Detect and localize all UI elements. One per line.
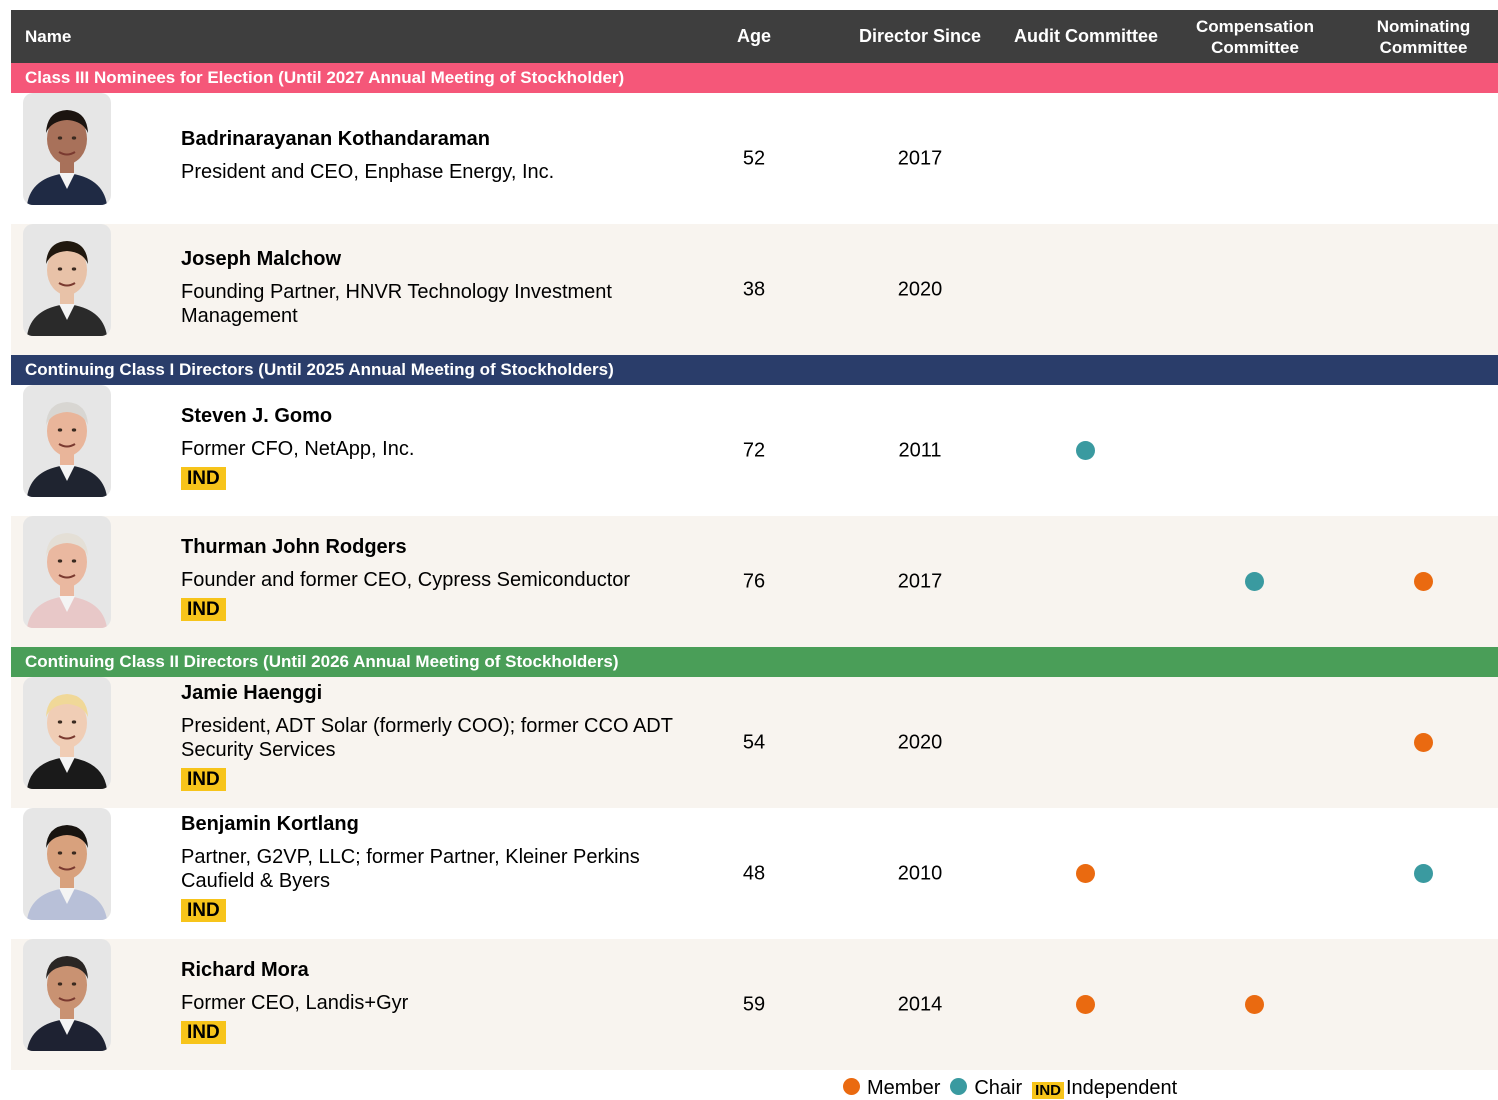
nominating-member-dot-icon: [1414, 732, 1433, 752]
header-compensation-committee: Compensation Committee: [1195, 16, 1315, 57]
compensation-chair-dot-icon: [1245, 571, 1264, 591]
section-header: Class III Nominees for Election (Until 2…: [11, 63, 1498, 93]
audit-chair-dot-icon: [1076, 440, 1095, 460]
director-row: Thurman John Rodgers Founder and former C…: [11, 516, 1498, 647]
nominating-member-dot-icon: [1414, 571, 1433, 591]
director-name: Steven J. Gomo: [181, 405, 333, 427]
director-photo: [23, 385, 111, 497]
director-photo: [23, 808, 111, 920]
director-row: Jamie Haenggi President, ADT Solar (forme…: [11, 677, 1498, 808]
director-row: Richard Mora Former CEO, Landis+Gyr IND 59 2…: [11, 939, 1498, 1070]
director-age: 54: [742, 731, 766, 753]
director-title: Founder and former CEO, Cypress Semicond…: [181, 569, 631, 591]
director-info: Thurman John Rodgers Founder and former C…: [181, 535, 691, 621]
director-since: 2017: [897, 570, 943, 592]
director-title: Founding Partner, HNVR Technology Invest…: [181, 281, 612, 327]
director-info: Badrinarayanan Kothandaraman President an…: [181, 127, 691, 184]
director-row: Badrinarayanan Kothandaraman President an…: [11, 93, 1498, 224]
compensation-member-dot-icon: [1245, 994, 1264, 1014]
director-age: 52: [742, 147, 766, 169]
legend-independent-label: Independent: [1066, 1076, 1178, 1099]
director-name: Thurman John Rodgers: [181, 536, 407, 558]
director-photo: [23, 224, 111, 336]
audit-member-dot-icon: [1076, 994, 1095, 1014]
director-photo: [23, 516, 111, 628]
nominating-chair-dot-icon: [1414, 863, 1433, 883]
table-body: Class III Nominees for Election (Until 2…: [11, 63, 1498, 1070]
legend-chair-label: Chair: [974, 1076, 1023, 1099]
legend-independent: IND Independent: [1032, 1077, 1177, 1100]
director-age: 76: [742, 570, 766, 592]
director-photo: [23, 93, 111, 205]
director-since: 2020: [897, 278, 943, 300]
legend-chair: Chair: [950, 1077, 1022, 1100]
director-name: Badrinarayanan Kothandaraman: [181, 128, 490, 150]
director-title: President and CEO, Enphase Energy, Inc.: [181, 161, 555, 183]
director-info: Richard Mora Former CEO, Landis+Gyr IND: [181, 958, 691, 1044]
independent-badge: IND: [181, 598, 226, 621]
director-info: Steven J. Gomo Former CFO, NetApp, Inc. IN…: [181, 404, 691, 490]
section-header: Continuing Class II Directors (Until 202…: [11, 647, 1498, 677]
director-age: 72: [742, 439, 766, 461]
legend-member: Member: [843, 1077, 940, 1100]
legend-ind-badge: IND: [1032, 1081, 1064, 1099]
independent-badge: IND: [181, 768, 226, 791]
table-header: Name Age Director Since Audit Committee …: [11, 10, 1498, 63]
director-name: Benjamin Kortlang: [181, 813, 359, 835]
director-since: 2010: [897, 862, 943, 884]
director-title: President, ADT Solar (formerly COO); for…: [181, 715, 673, 761]
director-since: 2020: [897, 731, 943, 753]
director-row: Benjamin Kortlang Partner, G2VP, LLC; for…: [11, 808, 1498, 939]
director-since: 2014: [897, 993, 943, 1015]
director-info: Jamie Haenggi President, ADT Solar (forme…: [181, 681, 691, 791]
chair-dot-icon: [950, 1077, 968, 1095]
independent-badge: IND: [181, 467, 226, 490]
header-director-since: Director Since: [858, 26, 982, 46]
header-name: Name: [25, 27, 72, 46]
legend: Member Chair IND Independent: [843, 1077, 1177, 1099]
independent-badge: IND: [181, 1021, 226, 1044]
director-name: Richard Mora: [181, 959, 309, 981]
legend-member-label: Member: [867, 1076, 941, 1099]
director-photo: [23, 939, 111, 1051]
director-name: Joseph Malchow: [181, 248, 342, 270]
director-age: 48: [742, 862, 766, 884]
director-since: 2017: [897, 147, 943, 169]
director-title: Partner, G2VP, LLC; former Partner, Klei…: [181, 846, 640, 892]
header-audit-committee: Audit Committee: [1014, 26, 1158, 46]
director-since: 2011: [898, 439, 942, 461]
director-row: Steven J. Gomo Former CFO, NetApp, Inc. IN…: [11, 385, 1498, 516]
member-dot-icon: [843, 1077, 860, 1095]
director-title: Former CFO, NetApp, Inc.: [181, 438, 415, 460]
director-info: Benjamin Kortlang Partner, G2VP, LLC; for…: [181, 812, 691, 922]
header-age: Age: [736, 26, 771, 46]
section-header: Continuing Class I Directors (Until 2025…: [11, 355, 1498, 385]
director-age: 38: [742, 278, 766, 300]
audit-member-dot-icon: [1076, 863, 1095, 883]
director-name: Jamie Haenggi: [181, 682, 323, 704]
director-row: Joseph Malchow Founding Partner, HNVR Tec…: [11, 224, 1498, 355]
director-info: Joseph Malchow Founding Partner, HNVR Tec…: [181, 247, 691, 328]
header-nominating-committee: Nominating Committee: [1376, 16, 1471, 57]
director-age: 59: [742, 993, 766, 1015]
director-title: Former CEO, Landis+Gyr: [181, 992, 409, 1014]
board-table: Name Age Director Since Audit Committee …: [11, 10, 1498, 1070]
director-photo: [23, 677, 111, 789]
independent-badge: IND: [181, 899, 226, 922]
